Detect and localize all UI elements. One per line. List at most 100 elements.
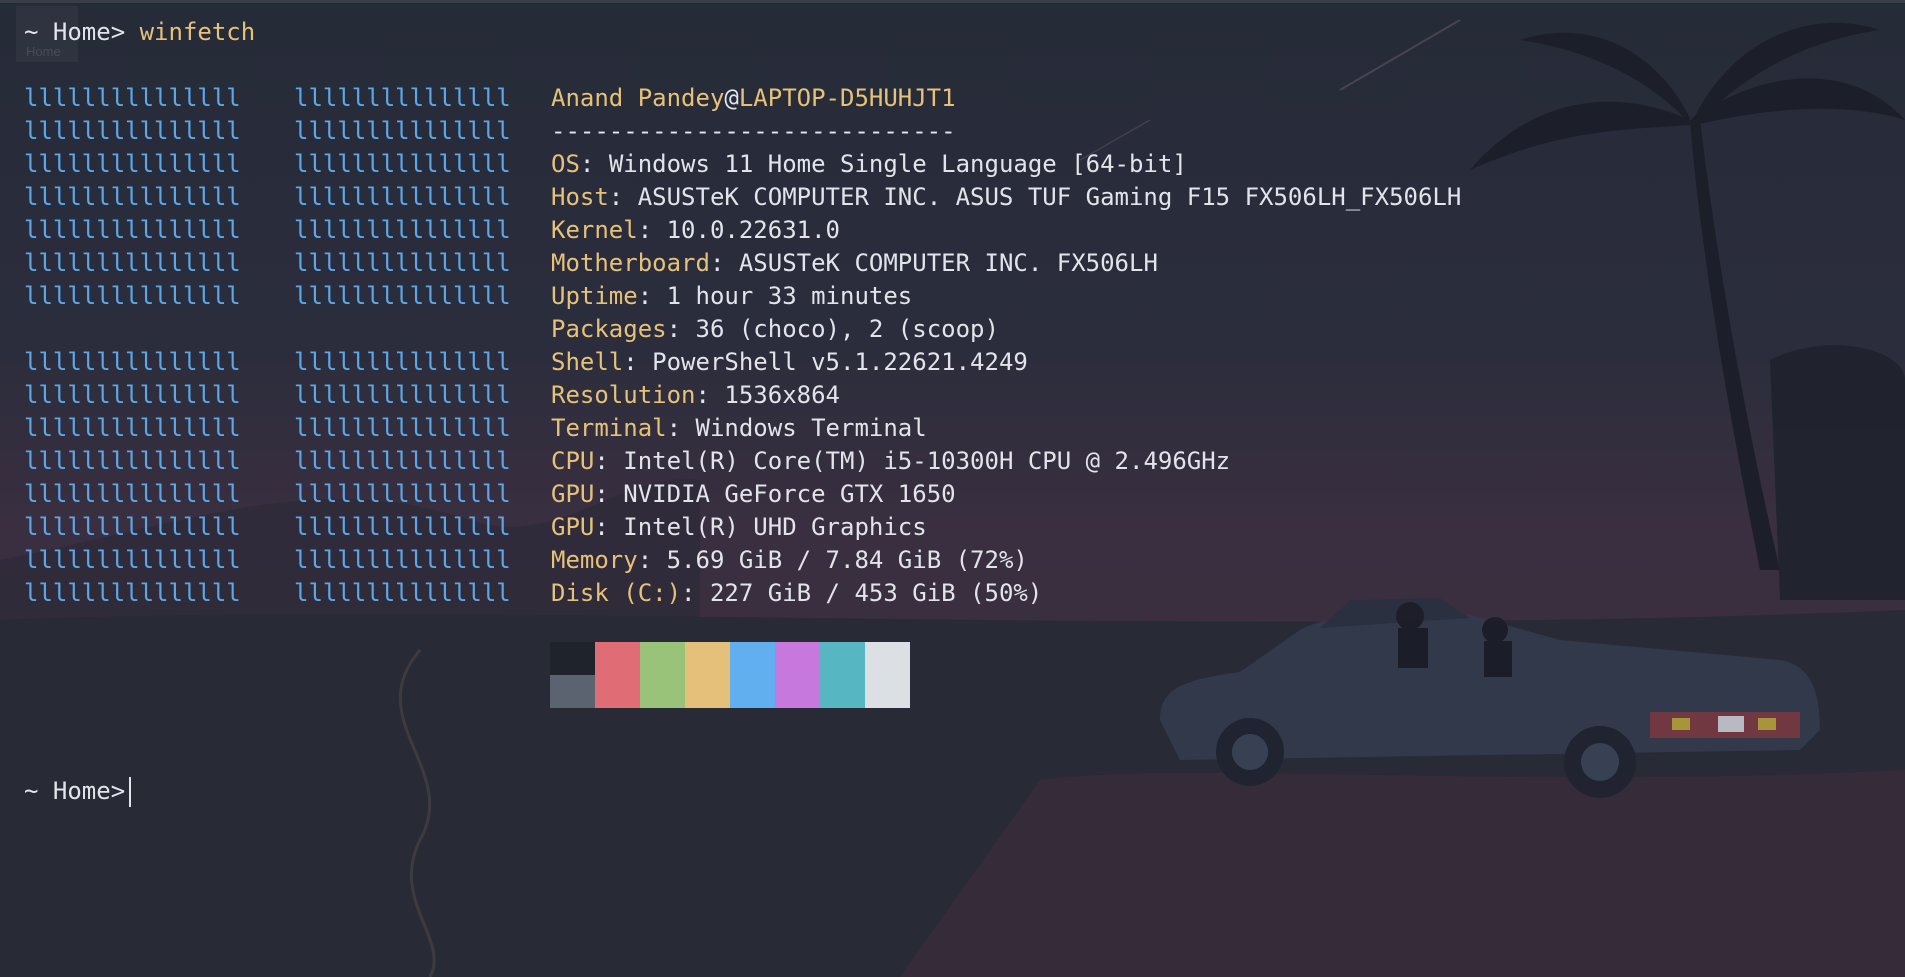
logo-block-left: lllllllllllllll bbox=[24, 216, 241, 244]
logo-block-right: lllllllllllllll bbox=[294, 216, 511, 244]
logo-block-left: lllllllllllllll bbox=[24, 480, 241, 508]
logo-block-left: lllllllllllllll bbox=[24, 150, 241, 178]
color-swatch-bottom-5 bbox=[775, 675, 820, 708]
info-value: ASUSTeK COMPUTER INC. ASUS TUF Gaming F1… bbox=[637, 183, 1462, 211]
color-swatch-bottom-6 bbox=[820, 675, 865, 708]
info-row: Packages: 36 (choco), 2 (scoop) bbox=[551, 313, 999, 346]
color-swatch-top-2 bbox=[640, 642, 685, 675]
info-value: PowerShell v5.1.22621.4249 bbox=[652, 348, 1028, 376]
logo-block-right: lllllllllllllll bbox=[294, 348, 511, 376]
active-prompt-line[interactable]: ~ Home> bbox=[24, 775, 132, 808]
color-swatch-top-4 bbox=[730, 642, 775, 675]
logo-block-right: lllllllllllllll bbox=[294, 480, 511, 508]
color-swatch-bottom-2 bbox=[640, 675, 685, 708]
logo-block-right: lllllllllllllll bbox=[294, 513, 511, 541]
info-row: Motherboard: ASUSTeK COMPUTER INC. FX506… bbox=[551, 247, 1158, 280]
info-value: NVIDIA GeForce GTX 1650 bbox=[623, 480, 956, 508]
color-swatch-bottom-0 bbox=[550, 675, 595, 708]
info-key: Kernel bbox=[551, 216, 638, 244]
info-key: Memory bbox=[551, 546, 638, 574]
user-host-line: Anand Pandey@LAPTOP-D5HUHJT1 bbox=[551, 82, 956, 115]
info-key: OS bbox=[551, 150, 580, 178]
info-colon: : bbox=[608, 183, 638, 211]
logo-block-right: lllllllllllllll bbox=[294, 546, 511, 574]
logo-block-right: lllllllllllllll bbox=[294, 381, 511, 409]
info-value: Windows 11 Home Single Language [64-bit] bbox=[608, 150, 1187, 178]
info-colon: : bbox=[637, 546, 667, 574]
info-colon: : bbox=[594, 447, 624, 475]
color-swatch-bottom-4 bbox=[730, 675, 775, 708]
info-row: Resolution: 1536x864 bbox=[551, 379, 840, 412]
info-value: 36 (choco), 2 (scoop) bbox=[695, 315, 999, 343]
logo-block-right: lllllllllllllll bbox=[294, 117, 511, 145]
color-swatch-top-1 bbox=[595, 642, 640, 675]
info-key: Disk (C:) bbox=[551, 579, 682, 607]
logo-block-right: lllllllllllllll bbox=[294, 249, 511, 277]
info-value: Intel(R) UHD Graphics bbox=[623, 513, 927, 541]
logo-block-left: lllllllllllllll bbox=[24, 447, 241, 475]
color-swatch-top-5 bbox=[775, 642, 820, 675]
info-row: Host: ASUSTeK COMPUTER INC. ASUS TUF Gam… bbox=[551, 181, 1461, 214]
terminal-buffer[interactable]: ~ Home> winfetch lllllllllllllll llllllll… bbox=[0, 0, 1905, 977]
text-cursor bbox=[129, 777, 132, 807]
logo-block-left: lllllllllllllll bbox=[24, 117, 241, 145]
logo-block-right: lllllllllllllll bbox=[294, 150, 511, 178]
info-row: Memory: 5.69 GiB / 7.84 GiB (72%) bbox=[551, 544, 1028, 577]
info-key: Shell bbox=[551, 348, 624, 376]
info-key: Motherboard bbox=[551, 249, 710, 277]
logo-block-left: lllllllllllllll bbox=[24, 414, 241, 442]
color-swatch-top-0 bbox=[550, 642, 595, 675]
info-row: Terminal: Windows Terminal bbox=[551, 412, 927, 445]
command-line: ~ Home> winfetch bbox=[24, 16, 255, 49]
prompt: ~ Home> bbox=[24, 18, 126, 46]
info-value: Windows Terminal bbox=[695, 414, 927, 442]
info-key: GPU bbox=[551, 480, 595, 508]
info-value: 227 GiB / 453 GiB (50%) bbox=[709, 579, 1043, 607]
info-colon: : bbox=[594, 480, 624, 508]
logo-block-left: lllllllllllllll bbox=[24, 513, 241, 541]
info-key: Uptime bbox=[551, 282, 638, 310]
info-colon: : bbox=[681, 579, 710, 607]
hostname: LAPTOP-D5HUHJT1 bbox=[738, 84, 956, 112]
logo-block-left: lllllllllllllll bbox=[24, 381, 241, 409]
info-value: 1 hour 33 minutes bbox=[666, 282, 913, 310]
logo-block-right: lllllllllllllll bbox=[294, 447, 511, 475]
info-value: 10.0.22631.0 bbox=[666, 216, 840, 244]
info-colon: : bbox=[666, 414, 696, 442]
info-colon: : bbox=[623, 348, 653, 376]
info-value: ASUSTeK COMPUTER INC. FX506LH bbox=[738, 249, 1158, 277]
info-value: 1536x864 bbox=[724, 381, 840, 409]
info-row: Kernel: 10.0.22631.0 bbox=[551, 214, 840, 247]
logo-block-left: lllllllllllllll bbox=[24, 546, 241, 574]
info-colon: : bbox=[637, 216, 667, 244]
info-key: Terminal bbox=[551, 414, 667, 442]
prompt: ~ Home> bbox=[24, 777, 126, 805]
info-key: GPU bbox=[551, 513, 595, 541]
logo-block-right: lllllllllllllll bbox=[294, 414, 511, 442]
color-swatch-bottom-3 bbox=[685, 675, 730, 708]
info-colon: : bbox=[709, 249, 739, 277]
logo-block-left: lllllllllllllll bbox=[24, 348, 241, 376]
color-swatch-top-6 bbox=[820, 642, 865, 675]
info-key: Packages bbox=[551, 315, 667, 343]
color-swatch-bottom-7 bbox=[865, 675, 910, 708]
info-row: OS: Windows 11 Home Single Language [64-… bbox=[551, 148, 1187, 181]
info-key: Resolution bbox=[551, 381, 696, 409]
info-value: 5.69 GiB / 7.84 GiB (72%) bbox=[666, 546, 1028, 574]
info-key: CPU bbox=[551, 447, 595, 475]
username: Anand Pandey bbox=[551, 84, 725, 112]
color-swatch-top-3 bbox=[685, 642, 730, 675]
at-sign: @ bbox=[724, 84, 739, 112]
info-row: Shell: PowerShell v5.1.22621.4249 bbox=[551, 346, 1028, 379]
separator-line: ---------------------------- bbox=[551, 117, 956, 145]
info-value: Intel(R) Core(TM) i5-10300H CPU @ 2.496G… bbox=[623, 447, 1231, 475]
info-colon: : bbox=[695, 381, 725, 409]
info-key: Host bbox=[551, 183, 609, 211]
logo-block-left: lllllllllllllll bbox=[24, 84, 241, 112]
command: winfetch bbox=[139, 18, 256, 46]
info-row: GPU: NVIDIA GeForce GTX 1650 bbox=[551, 478, 956, 511]
info-row: CPU: Intel(R) Core(TM) i5-10300H CPU @ 2… bbox=[551, 445, 1230, 478]
logo-block-right: lllllllllllllll bbox=[294, 183, 511, 211]
logo-block-right: lllllllllllllll bbox=[294, 579, 511, 607]
color-palette bbox=[550, 642, 910, 708]
